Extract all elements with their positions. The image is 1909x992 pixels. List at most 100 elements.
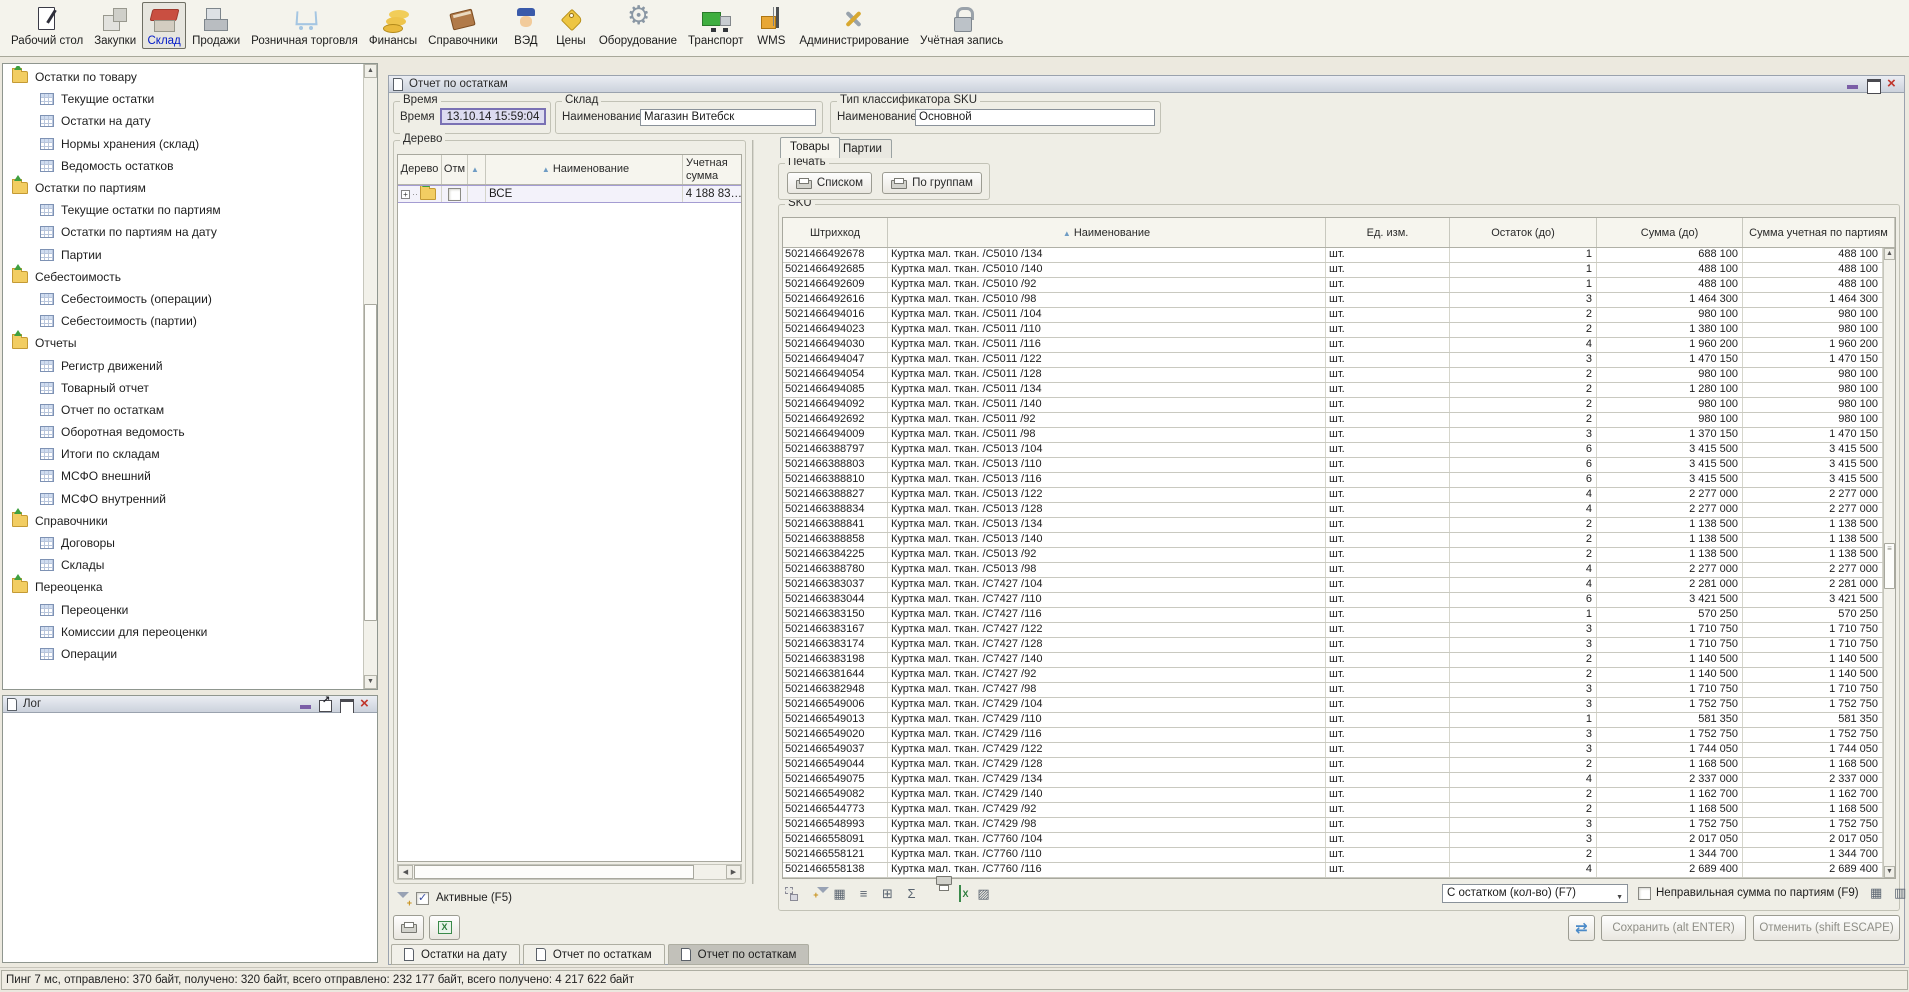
sku-table-row[interactable]: 5021466549044 Куртка мал. ткан. /С7429 /…: [783, 758, 1883, 773]
tree-item[interactable]: Себестоимость (операции): [3, 288, 363, 310]
tree-item[interactable]: Отчеты: [3, 332, 363, 354]
sidebar-scrollbar[interactable]: ▲ ▼: [363, 64, 377, 689]
toolbar-module-item[interactable]: ВЭД: [504, 2, 548, 49]
scroll-up-icon[interactable]: ▲: [1884, 248, 1895, 260]
tree-item[interactable]: Себестоимость: [3, 266, 363, 288]
sku-table-row[interactable]: 5021466388797 Куртка мал. ткан. /С5013 /…: [783, 443, 1883, 458]
detach-window-icon[interactable]: [319, 698, 333, 711]
toolbar-module-item[interactable]: Транспорт: [683, 2, 748, 49]
tree-col-tree[interactable]: Дерево: [398, 155, 442, 184]
layout-icon[interactable]: ▥: [1891, 884, 1909, 902]
tree-item[interactable]: Остатки по партиям на дату: [3, 221, 363, 243]
toolbar-module-item[interactable]: Склад: [142, 2, 186, 49]
table-settings-icon[interactable]: ▨: [974, 885, 993, 903]
sku-table-row[interactable]: 5021466388841 Куртка мал. ткан. /С5013 /…: [783, 518, 1883, 533]
tree-item[interactable]: Справочники: [3, 510, 363, 532]
sku-table-row[interactable]: 5021466388810 Куртка мал. ткан. /С5013 /…: [783, 473, 1883, 488]
toolbar-module-item[interactable]: Оборудование: [594, 2, 682, 49]
export-excel-button[interactable]: [429, 915, 460, 940]
tree-item[interactable]: Комиссии для переоценки: [3, 621, 363, 643]
document-tab[interactable]: Отчет по остаткам: [668, 944, 810, 965]
tree-item[interactable]: Переоценки: [3, 599, 363, 621]
toolbar-module-item[interactable]: Розничная торговля: [246, 2, 363, 49]
tree-item[interactable]: Переоценка: [3, 576, 363, 598]
toolbar-module-item[interactable]: Справочники: [423, 2, 503, 49]
sku-table-row[interactable]: 5021466494009 Куртка мал. ткан. /С5011 /…: [783, 428, 1883, 443]
toolbar-module-item[interactable]: Цены: [549, 2, 593, 49]
sku-table-row[interactable]: 5021466381644 Куртка мал. ткан. /С7427 /…: [783, 668, 1883, 683]
filter-add-icon[interactable]: [806, 885, 825, 903]
sku-table-row[interactable]: 5021466383037 Куртка мал. ткан. /С7427 /…: [783, 578, 1883, 593]
tab-goods[interactable]: Товары: [780, 137, 840, 158]
scroll-up-icon[interactable]: ▲: [364, 64, 377, 78]
scroll-right-icon[interactable]: ▶: [726, 865, 741, 879]
tree-item[interactable]: Себестоимость (партии): [3, 310, 363, 332]
sku-table-row[interactable]: 5021466544773 Куртка мал. ткан. /С7429 /…: [783, 803, 1883, 818]
sku-table-row[interactable]: 5021466492685 Куртка мал. ткан. /С5010 /…: [783, 263, 1883, 278]
scroll-down-icon[interactable]: ▼: [364, 675, 377, 689]
sku-table-row[interactable]: 5021466494054 Куртка мал. ткан. /С5011 /…: [783, 368, 1883, 383]
sku-table-row[interactable]: 5021466494092 Куртка мал. ткан. /С5011 /…: [783, 398, 1883, 413]
tree-hscrollbar[interactable]: ◀ ▶: [397, 864, 742, 880]
toolbar-module-item[interactable]: Финансы: [364, 2, 422, 49]
sku-table-row[interactable]: 5021466549037 Куртка мал. ткан. /С7429 /…: [783, 743, 1883, 758]
minimize-icon[interactable]: [1846, 78, 1860, 91]
document-tab[interactable]: Отчет по остаткам: [523, 944, 665, 965]
sku-table-row[interactable]: 5021466492692 Куртка мал. ткан. /С5011 /…: [783, 413, 1883, 428]
print-by-groups-button[interactable]: По группам: [882, 172, 982, 194]
calculator-add-icon[interactable]: ⊞: [878, 885, 897, 903]
save-button[interactable]: Сохранить (alt ENTER): [1601, 915, 1746, 941]
sku-table-row[interactable]: 5021466383150 Куртка мал. ткан. /С7427 /…: [783, 608, 1883, 623]
tree-item[interactable]: Регистр движений: [3, 354, 363, 376]
tree-item[interactable]: Текущие остатки: [3, 88, 363, 110]
sku-table-row[interactable]: 5021466388780 Куртка мал. ткан. /С5013 /…: [783, 563, 1883, 578]
sku-table-row[interactable]: 5021466548993 Куртка мал. ткан. /С7429 /…: [783, 818, 1883, 833]
sku-col-barcode[interactable]: Штрихкод: [783, 218, 888, 247]
excel-export-icon[interactable]: [950, 885, 969, 903]
maximize-icon[interactable]: [339, 698, 353, 711]
print-list-button[interactable]: Списком: [787, 172, 872, 194]
tree-item[interactable]: Итоги по складам: [3, 443, 363, 465]
filter-funnel-icon[interactable]: [397, 891, 410, 905]
sku-table-row[interactable]: 5021466558121 Куртка мал. ткан. /С7760 /…: [783, 848, 1883, 863]
sku-table-row[interactable]: 5021466558091 Куртка мал. ткан. /С7760 /…: [783, 833, 1883, 848]
refresh-button[interactable]: [1568, 915, 1595, 941]
print-icon[interactable]: [926, 885, 945, 903]
sku-table-row[interactable]: 5021466494016 Куртка мал. ткан. /С5011 /…: [783, 308, 1883, 323]
numbered-list-icon[interactable]: ≡: [854, 885, 873, 903]
sku-table-row[interactable]: 5021466549006 Куртка мал. ткан. /С7429 /…: [783, 698, 1883, 713]
sku-col-unit[interactable]: Ед. изм.: [1326, 218, 1450, 247]
toolbar-module-item[interactable]: Администрирование: [794, 2, 914, 49]
toolbar-module-item[interactable]: Рабочий стол: [6, 2, 88, 49]
tree-item[interactable]: Оборотная ведомость: [3, 421, 363, 443]
sku-col-sum[interactable]: Сумма (до): [1597, 218, 1743, 247]
tree-col-sum[interactable]: Учетнаясумма: [683, 155, 742, 184]
grid-icon[interactable]: ▦: [1867, 884, 1886, 902]
vertical-splitter[interactable]: [752, 140, 754, 884]
tree-item[interactable]: МСФО внешний: [3, 465, 363, 487]
toolbar-module-item[interactable]: WMS: [749, 2, 793, 49]
scroll-left-icon[interactable]: ◀: [398, 865, 413, 879]
scrollbar-thumb[interactable]: ≡: [1884, 543, 1895, 589]
tree-item[interactable]: Ведомость остатков: [3, 155, 363, 177]
scroll-down-icon[interactable]: ▼: [1884, 866, 1895, 878]
close-icon[interactable]: [359, 698, 373, 711]
tree-item[interactable]: Остатки на дату: [3, 110, 363, 132]
expand-icon[interactable]: +: [401, 190, 410, 199]
tree-item[interactable]: Нормы хранения (склад): [3, 133, 363, 155]
tree-item[interactable]: Операции: [3, 643, 363, 665]
sku-table-row[interactable]: 5021466549013 Куртка мал. ткан. /С7429 /…: [783, 713, 1883, 728]
tree-item[interactable]: Остатки по партиям: [3, 177, 363, 199]
sku-table-row[interactable]: 5021466382948 Куртка мал. ткан. /С7427 /…: [783, 683, 1883, 698]
sku-table-row[interactable]: 5021466494085 Куртка мал. ткан. /С5011 /…: [783, 383, 1883, 398]
sku-col-name[interactable]: Наименование: [888, 218, 1326, 247]
print-button[interactable]: [393, 915, 424, 940]
sku-table-row[interactable]: 5021466384225 Куртка мал. ткан. /С5013 /…: [783, 548, 1883, 563]
sku-table-row[interactable]: 5021466388827 Куртка мал. ткан. /С5013 /…: [783, 488, 1883, 503]
sku-col-qty[interactable]: Остаток (до): [1450, 218, 1597, 247]
sku-table-row[interactable]: 5021466388803 Куртка мал. ткан. /С5013 /…: [783, 458, 1883, 473]
tree-item[interactable]: Товарный отчет: [3, 377, 363, 399]
columns-icon[interactable]: ▦: [830, 885, 849, 903]
sku-table-row[interactable]: 5021466494047 Куртка мал. ткан. /С5011 /…: [783, 353, 1883, 368]
close-icon[interactable]: [1886, 78, 1900, 91]
